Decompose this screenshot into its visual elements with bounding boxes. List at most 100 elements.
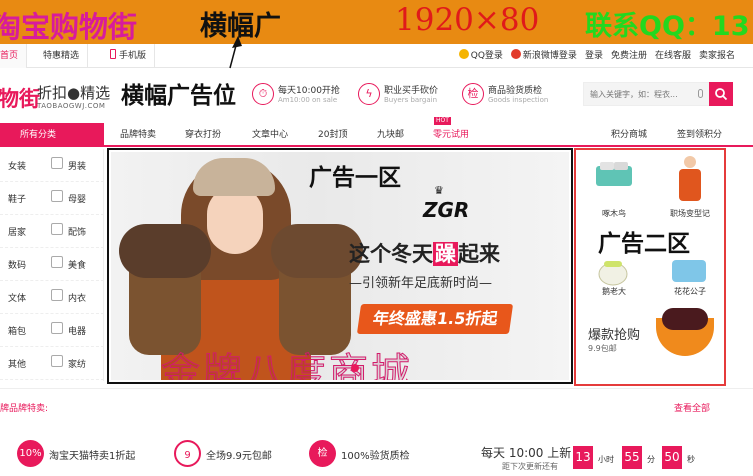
nav-points-mall[interactable]: 积分商城: [611, 123, 647, 147]
inspect-icon: 检: [462, 83, 484, 105]
ad-zone-1-label: 广告一区: [309, 165, 401, 191]
feature-title: 职业买手砍价: [384, 86, 439, 96]
sidebar-item-textiles[interactable]: 家纺: [68, 357, 86, 370]
man-jacket-icon: [679, 156, 701, 201]
header: 物街 折扣●精选 TAOBAOGWJ.COM 横幅广告位 ⏱ 每天10:00开抢…: [0, 68, 753, 123]
countdown-hours: 13: [573, 446, 593, 469]
weibo-icon: [510, 49, 521, 59]
sidebar-item-bags[interactable]: 箱包: [8, 324, 26, 337]
discount-icon: 10%: [17, 440, 44, 467]
slide-subline: —引领新年足底新时尚—: [349, 276, 493, 291]
accessory-icon: [51, 223, 63, 235]
nav-checkin[interactable]: 签到领积分: [677, 123, 722, 147]
seconds-unit: 秒: [687, 455, 695, 464]
view-all-link[interactable]: 查看全部: [674, 401, 710, 414]
top-nav-right: QQ登录 新浪微博登录 登录 免费注册 在线客服 卖家报名: [458, 44, 735, 68]
tab-specials-label: 特惠精选: [43, 51, 80, 61]
logo[interactable]: 物街: [0, 83, 40, 113]
search-input[interactable]: [584, 83, 709, 105]
sidebar-item-sports[interactable]: 文体: [8, 291, 26, 304]
lightning-icon: ϟ: [358, 83, 380, 105]
nav-articles[interactable]: 文章中心: [252, 123, 288, 147]
top-banner-ad[interactable]: 淘宝购物街 横幅广 1920×80 联系QQ：13: [0, 0, 753, 44]
nav-free-trial[interactable]: 零元试用: [433, 123, 469, 147]
all-categories-button[interactable]: 所有分类: [0, 123, 104, 147]
sidebar-item-women[interactable]: 女装: [8, 159, 26, 172]
sidebar-item-appliances[interactable]: 电器: [68, 324, 86, 337]
shipping-icon: 9: [174, 440, 201, 467]
nav-20-cap[interactable]: 20封顶: [318, 123, 347, 147]
hot-buy-sub: 9.9包邮: [588, 344, 617, 353]
login-link[interactable]: 登录: [585, 44, 603, 68]
sidebar-item-home[interactable]: 居家: [8, 225, 26, 238]
header-ad-label: 横幅广告位: [121, 83, 236, 109]
sidebar-row: 文体 内衣: [0, 281, 104, 314]
model-hat: [193, 158, 275, 196]
sidebar-row: 居家 配饰: [0, 215, 104, 248]
product-label: 花花公子: [674, 287, 706, 296]
brand-logo: ZGR: [423, 198, 470, 222]
baby-icon: [51, 190, 63, 202]
tab-specials[interactable]: 特惠精选: [35, 44, 89, 68]
search-button[interactable]: [709, 82, 733, 106]
product-label: 鹅老大: [602, 287, 626, 296]
main-carousel[interactable]: 广告一区 ♛ ZGR 这个冬天躁起来 —引领新年足底新时尚— 年终盛惠1.5折起…: [107, 148, 573, 384]
feature-sub: Goods inspection: [488, 96, 549, 104]
qq-login-link[interactable]: QQ登录: [458, 44, 503, 68]
sidebar-item-food[interactable]: 美食: [68, 258, 86, 271]
product-label: 啄木鸟: [602, 209, 626, 218]
promo-text: 淘宝天猫特卖1折起: [49, 451, 136, 462]
boot-left-fur: [119, 224, 211, 278]
food-icon: [51, 256, 63, 268]
tab-home[interactable]: 首页: [0, 44, 28, 68]
sidebar-item-shoes[interactable]: 鞋子: [8, 192, 26, 205]
product-tile[interactable]: 啄木鸟: [576, 150, 652, 222]
hot-buy-title[interactable]: 爆款抢购: [588, 324, 640, 343]
tab-home-label: 首页: [0, 51, 19, 61]
headline-pre: 这个冬天: [349, 242, 433, 266]
customer-service-link[interactable]: 在线客服: [655, 44, 691, 68]
promo-badge: 年终盛惠1.5折起: [356, 304, 514, 334]
watermark: 金牌八度商城: [160, 351, 414, 381]
sidebar-item-digital[interactable]: 数码: [8, 258, 26, 271]
sidebar-row: 鞋子 母婴: [0, 182, 104, 215]
shirt-icon: [51, 157, 63, 169]
crown-icon: ♛: [434, 184, 444, 197]
seller-signup-link[interactable]: 卖家报名: [699, 44, 735, 68]
weibo-login-link[interactable]: 新浪微博登录: [510, 44, 577, 68]
register-link[interactable]: 免费注册: [611, 44, 647, 68]
inspect-badge-icon: 检: [309, 440, 336, 467]
countdown-sub: 距下次更新还有: [502, 462, 558, 471]
nav-brand-sale[interactable]: 品牌特卖: [120, 123, 156, 147]
ad-zone-2-label: 广告二区: [598, 231, 690, 257]
slogan: 折扣●精选: [37, 84, 111, 102]
sidebar-item-baby[interactable]: 母婴: [68, 192, 86, 205]
page: 淘宝购物街 横幅广 1920×80 联系QQ：13 首页 特惠精选 手机版 QQ…: [0, 0, 753, 476]
qq-icon: [458, 49, 469, 59]
promo-text: 100%验货质检: [341, 451, 410, 462]
sidebar-item-men[interactable]: 男装: [68, 159, 86, 172]
appliance-icon: [51, 322, 63, 334]
sidebar-item-other[interactable]: 其他: [8, 357, 26, 370]
nav-fashion[interactable]: 穿衣打扮: [185, 123, 221, 147]
sidebar-row: 女装 男装: [0, 149, 104, 182]
feature-sub: Am10:00 on sale: [278, 96, 338, 104]
sidebar-item-underwear[interactable]: 内衣: [68, 291, 86, 304]
tab-mobile[interactable]: 手机版: [102, 44, 156, 68]
feature-title: 每天10:00开抢: [278, 86, 340, 96]
banner-site-name: 淘宝购物街: [0, 10, 138, 44]
nav-9-yuan[interactable]: 九块邮: [377, 123, 404, 147]
microphone-icon[interactable]: [698, 89, 703, 98]
carousel-dot[interactable]: [351, 364, 359, 372]
underwear-icon: [51, 289, 63, 301]
product-tile[interactable]: 职场变型记: [652, 150, 726, 222]
carousel-slide[interactable]: 广告一区 ♛ ZGR 这个冬天躁起来 —引领新年足底新时尚— 年终盛惠1.5折起…: [111, 152, 569, 380]
sidebar-row: 箱包 电器: [0, 314, 104, 347]
logo-domain: TAOBAOGWJ.COM: [37, 102, 106, 110]
sidebar-row: 其他 家纺: [0, 347, 104, 380]
search-box: [583, 82, 733, 106]
feature-sub: Buyers bargain: [384, 96, 438, 104]
sidebar-item-accessories[interactable]: 配饰: [68, 225, 86, 238]
banner-contact: 联系QQ：13: [585, 11, 750, 42]
category-sidebar: 女装 男装 鞋子 母婴 居家 配饰 数码 美食 文体 内衣 箱包 电器 其他 家…: [0, 149, 104, 381]
